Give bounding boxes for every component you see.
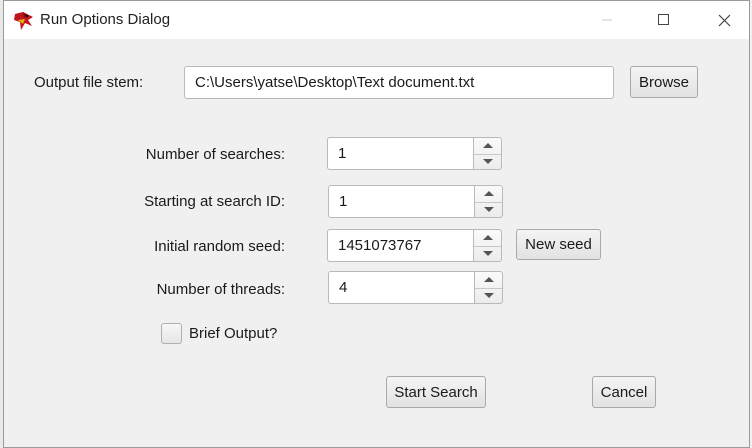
number-of-threads-spinner[interactable]: 4 [328, 271, 503, 304]
increment-button[interactable] [475, 186, 502, 203]
number-of-threads-stepper[interactable] [474, 271, 503, 304]
cancel-button[interactable]: Cancel [592, 376, 656, 408]
increment-button[interactable] [475, 272, 502, 289]
start-search-button[interactable]: Start Search [386, 376, 486, 408]
initial-random-seed-input[interactable]: 1451073767 [327, 229, 473, 262]
new-seed-button-label: New seed [525, 236, 592, 253]
maximize-button[interactable] [641, 1, 687, 39]
number-of-threads-label: Number of threads: [156, 281, 285, 298]
starting-search-id-input[interactable]: 1 [328, 185, 474, 218]
output-file-stem-value: C:\Users\yatse\Desktop\Text document.txt [195, 74, 475, 91]
brief-output-checkbox[interactable] [161, 323, 182, 344]
arrow-up-icon [482, 235, 493, 241]
arrow-down-icon [482, 250, 493, 256]
window-title: Run Options Dialog [40, 11, 171, 28]
minimize-button[interactable] [584, 1, 630, 39]
arrow-down-icon [483, 292, 494, 298]
initial-random-seed-spinner[interactable]: 1451073767 [327, 229, 502, 262]
output-file-stem-label: Output file stem: [34, 74, 144, 91]
number-of-searches-value: 1 [338, 145, 347, 162]
arrow-up-icon [483, 191, 494, 197]
starting-search-id-spinner[interactable]: 1 [328, 185, 503, 218]
arrow-down-icon [483, 206, 494, 212]
decrement-button[interactable] [475, 288, 502, 304]
initial-random-seed-value: 1451073767 [338, 237, 422, 254]
number-of-threads-value: 4 [339, 279, 348, 296]
brief-output-label[interactable]: Brief Output? [189, 325, 277, 342]
increment-button[interactable] [474, 138, 501, 155]
number-of-threads-input[interactable]: 4 [328, 271, 474, 304]
starting-search-id-value: 1 [339, 193, 348, 210]
initial-random-seed-label: Initial random seed: [154, 238, 285, 255]
maximize-icon [658, 14, 669, 25]
number-of-searches-label: Number of searches: [145, 146, 285, 163]
decrement-button[interactable] [474, 246, 501, 262]
output-file-stem-input[interactable]: C:\Users\yatse\Desktop\Text document.txt [184, 66, 614, 99]
cancel-button-label: Cancel [600, 383, 648, 401]
run-options-dialog: Run Options Dialog Output file stem: C:\… [3, 0, 750, 448]
arrow-up-icon [482, 143, 493, 149]
close-button[interactable] [701, 1, 747, 39]
arrow-down-icon [482, 158, 493, 164]
initial-random-seed-stepper[interactable] [473, 229, 502, 262]
start-search-button-label: Start Search [394, 383, 478, 401]
decrement-button[interactable] [475, 202, 502, 218]
arrow-up-icon [483, 277, 494, 283]
new-seed-button[interactable]: New seed [516, 229, 601, 260]
browse-button-label: Browse [638, 73, 690, 91]
minimize-icon [602, 19, 612, 21]
number-of-searches-stepper[interactable] [473, 137, 502, 170]
title-bar[interactable]: Run Options Dialog [4, 1, 749, 39]
starting-search-id-label: Starting at search ID: [144, 193, 285, 210]
close-icon [718, 14, 730, 26]
red-parrot-app-icon [13, 11, 35, 31]
decrement-button[interactable] [474, 154, 501, 170]
number-of-searches-input[interactable]: 1 [327, 137, 473, 170]
starting-search-id-stepper[interactable] [474, 185, 503, 218]
browse-button[interactable]: Browse [630, 66, 698, 98]
increment-button[interactable] [474, 230, 501, 247]
number-of-searches-spinner[interactable]: 1 [327, 137, 502, 170]
